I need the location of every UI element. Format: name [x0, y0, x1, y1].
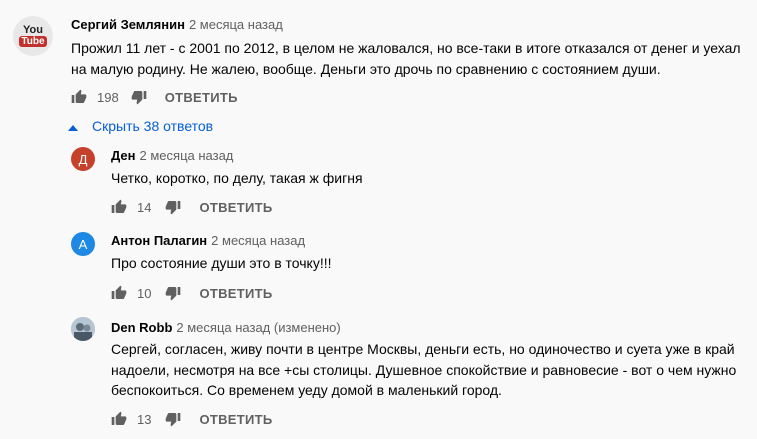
hide-replies-label: Скрыть 38 ответов — [92, 118, 214, 134]
thumb-down-icon[interactable] — [131, 89, 147, 105]
author-name[interactable]: Антон Палагин — [111, 233, 207, 248]
comment-text-line: на малую родину. Не жалею, вообще. Деньг… — [71, 60, 661, 77]
comment-actions: 198 ОТВЕТИТЬ — [71, 89, 238, 105]
reply-button[interactable]: ОТВЕТИТЬ — [199, 200, 272, 215]
comment-text-line: Про состояние души это в точку!!! — [111, 255, 332, 271]
comment-time[interactable]: 2 месяца назад — [189, 17, 283, 32]
avatar[interactable]: Д — [71, 147, 95, 171]
author-name[interactable]: Den Robb — [111, 320, 172, 335]
user-photo-icon — [71, 317, 95, 341]
comment-header: Антон Палагин 2 месяца назад — [111, 233, 305, 248]
comment-text-line: Четко, коротко, по делу, такая ж фигня — [111, 170, 363, 186]
comment-header: Ден 2 месяца назад — [111, 148, 233, 163]
comment-actions: 13 ОТВЕТИТЬ — [111, 411, 273, 427]
like-count: 13 — [137, 411, 152, 427]
thumb-down-icon[interactable] — [165, 411, 181, 427]
avatar[interactable]: You Tube — [13, 16, 53, 56]
comment-time[interactable]: 2 месяца назад — [140, 148, 234, 163]
hide-replies-button[interactable]: Скрыть 38 ответов — [68, 118, 213, 134]
author-name[interactable]: Ден — [111, 148, 136, 163]
comment-text-line: надоели, несмотря на все +сы столицы. Ду… — [111, 361, 737, 378]
like-count: 14 — [137, 199, 152, 215]
author-name[interactable]: Сергий Землянин — [71, 17, 185, 32]
comment-text-line: беспокоиться. Со временем уеду домой в м… — [111, 382, 502, 398]
comment-actions: 14 ОТВЕТИТЬ — [111, 199, 273, 215]
comment-text: Про состояние души это в точку!!! — [111, 253, 332, 274]
thumb-down-icon[interactable] — [165, 199, 181, 215]
like-count: 198 — [97, 89, 119, 105]
comment-actions: 10 ОТВЕТИТЬ — [111, 285, 273, 301]
thumb-up-icon[interactable] — [71, 89, 87, 105]
comment-text-line: Прожил 11 лет - с 2001 по 2012, в целом … — [71, 40, 741, 56]
thumb-up-icon[interactable] — [111, 285, 127, 301]
comment-text: Сергей, согласен, живу почти в центре Мо… — [111, 339, 736, 401]
comment-text-line: Сергей, согласен, живу почти в центре Мо… — [111, 341, 735, 357]
avatar[interactable] — [71, 317, 95, 341]
comment-time[interactable]: 2 месяца назад — [211, 233, 305, 248]
thumb-up-icon[interactable] — [111, 411, 127, 427]
chevron-up-icon — [68, 118, 78, 134]
avatar-letter: Д — [78, 151, 88, 167]
thumb-down-icon[interactable] — [165, 285, 181, 301]
comment-header: Den Robb 2 месяца назад (изменено) — [111, 320, 341, 335]
comment-text: Прожил 11 лет - с 2001 по 2012, в целом … — [71, 38, 741, 79]
reply-button[interactable]: ОТВЕТИТЬ — [199, 412, 272, 427]
like-count: 10 — [137, 285, 152, 301]
avatar[interactable]: А — [71, 232, 95, 256]
reply-button[interactable]: ОТВЕТИТЬ — [199, 286, 272, 301]
reply-button[interactable]: ОТВЕТИТЬ — [165, 90, 238, 105]
comment-time[interactable]: 2 месяца назад (изменено) — [176, 320, 340, 335]
youtube-logo-icon: You Tube — [19, 24, 47, 47]
thumb-up-icon[interactable] — [111, 199, 127, 215]
comment-text: Четко, коротко, по делу, такая ж фигня — [111, 168, 363, 189]
avatar-letter: А — [78, 236, 88, 252]
comment-header: Сергий Землянин 2 месяца назад — [71, 17, 283, 32]
